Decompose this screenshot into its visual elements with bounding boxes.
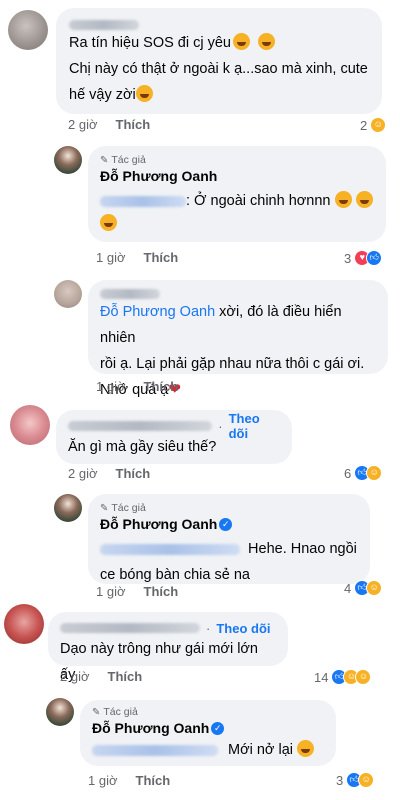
reaction-summary[interactable]: 14 👍︎ ☺ ☺	[314, 669, 372, 685]
mention-blurred[interactable]	[100, 543, 240, 555]
avatar[interactable]	[10, 405, 50, 445]
reply-meta: 1 giờ Thích	[96, 250, 178, 265]
like-button[interactable]: Thích	[144, 584, 179, 599]
author-mention[interactable]: Đỗ Phương Oanh	[100, 304, 215, 320]
reaction-count: 6	[344, 465, 352, 481]
emoji-icon	[355, 191, 373, 208]
comment-meta: 2 giờ Thích	[68, 466, 150, 481]
comment-time[interactable]: 2 giờ	[68, 117, 98, 132]
author-tag: Tác giả	[111, 502, 146, 514]
reply-text: rồi ạ. Lại phải gặp nhau nữa thôi c gái …	[100, 356, 365, 372]
mention-blurred[interactable]	[100, 195, 186, 207]
reaction-count: 3	[336, 772, 344, 788]
reply-text: Mới nở lại	[228, 742, 293, 758]
pencil-icon: ✎	[92, 706, 101, 718]
comment-bubble: Ra tín hiệu SOS đi cj yêu Chị này có thậ…	[56, 8, 382, 114]
emoji-icon	[233, 33, 250, 50]
like-button[interactable]: Thích	[144, 250, 179, 265]
verified-icon: ✓	[219, 518, 233, 532]
comment-meta: 2 giờ Thích	[68, 117, 150, 132]
verified-icon: ✓	[211, 722, 225, 736]
like-button[interactable]: Thích	[116, 466, 151, 481]
reaction-summary[interactable]: 2 ☺	[360, 117, 387, 133]
reaction-count: 3	[344, 250, 352, 266]
avatar[interactable]	[54, 146, 82, 174]
reaction-summary[interactable]: 3 👍︎ ☺	[336, 772, 375, 788]
commenter-name-blurred[interactable]	[69, 16, 369, 30]
author-tag: Tác giả	[103, 706, 138, 718]
comment-time[interactable]: 2 giờ	[68, 466, 98, 481]
reply-time[interactable]: 1 giờ	[88, 773, 118, 788]
reply-meta: 1 giờ Thích	[96, 379, 178, 394]
reply-time[interactable]: 1 giờ	[96, 584, 126, 599]
reply-bubble: ✎ Tác giả Đỗ Phương Oanh ✓ Mới nở lại	[80, 700, 336, 766]
reaction-summary[interactable]: 4 👍︎ ☺	[344, 580, 383, 596]
haha-reaction-icon: ☺	[355, 669, 372, 685]
reply-meta: 1 giờ Thích	[96, 584, 178, 599]
avatar[interactable]	[4, 604, 44, 644]
avatar[interactable]	[54, 280, 82, 308]
emoji-icon	[297, 740, 315, 757]
reaction-count: 14	[314, 669, 329, 685]
like-reaction-icon: 👍︎	[366, 250, 383, 266]
mention-blurred[interactable]	[92, 744, 218, 756]
like-button[interactable]: Thích	[136, 773, 171, 788]
emoji-icon	[135, 85, 153, 102]
emoji-icon	[100, 214, 117, 231]
avatar[interactable]	[54, 494, 82, 522]
author-tag: Tác giả	[111, 154, 146, 166]
haha-reaction-icon: ☺	[366, 465, 383, 481]
haha-reaction-icon: ☺	[358, 772, 375, 788]
comment-time[interactable]: 2 giờ	[60, 669, 90, 684]
author-name[interactable]: Đỗ Phương Oanh	[92, 720, 209, 736]
like-button[interactable]: Thích	[108, 669, 143, 684]
reply-time[interactable]: 1 giờ	[96, 379, 126, 394]
comment-bubble: · Theo dõi Ăn gì mà gầy siêu thế?	[56, 410, 292, 464]
haha-reaction-icon: ☺	[370, 117, 387, 133]
reply-bubble: Đỗ Phương Oanh xời, đó là điều hiển nhiê…	[88, 280, 388, 398]
commenter-name-blurred[interactable]	[68, 421, 213, 431]
reply-time[interactable]: 1 giờ	[96, 250, 126, 265]
comment-text: hế vậy zời	[69, 87, 136, 103]
comment-bubble: · Theo dõi Dạo này trông như gái mới lớn…	[48, 612, 288, 683]
follow-button[interactable]: Theo dõi	[216, 621, 270, 636]
emoji-icon	[258, 33, 276, 50]
reply-text: : Ở ngoài chinh hơnnn	[186, 193, 331, 209]
comment-meta: 2 giờ Thích	[60, 669, 142, 684]
author-name[interactable]: Đỗ Phương Oanh	[100, 516, 217, 532]
like-button[interactable]: Thích	[116, 117, 151, 132]
reaction-summary[interactable]: 6 👍︎ ☺	[344, 465, 383, 481]
reaction-count: 2	[360, 117, 368, 133]
reply-bubble: ✎ Tác giả Đỗ Phương Oanh : Ở ngoài chinh…	[88, 146, 386, 242]
like-button[interactable]: Thích	[144, 379, 179, 394]
emoji-icon	[334, 191, 352, 208]
comment-text: Ra tín hiệu SOS đi cj yêu	[69, 35, 231, 51]
commenter-name-blurred[interactable]	[60, 623, 200, 633]
reply-bubble: ✎ Tác giả Đỗ Phương Oanh ✓ Hehe. Hnao ngồ…	[88, 494, 370, 584]
reply-meta: 1 giờ Thích	[88, 773, 170, 788]
reaction-count: 4	[344, 580, 352, 596]
author-name[interactable]: Đỗ Phương Oanh	[100, 168, 374, 184]
reply-text: Hehe. Hnao ngồi	[248, 541, 357, 557]
reaction-summary[interactable]: 3 ♥ 👍︎	[344, 250, 383, 266]
pencil-icon: ✎	[100, 154, 109, 166]
comment-text: Chị này có thật ở ngoài k ạ...sao mà xin…	[69, 61, 368, 77]
avatar[interactable]	[8, 10, 48, 50]
haha-reaction-icon: ☺	[366, 580, 383, 596]
pencil-icon: ✎	[100, 502, 109, 514]
follow-button[interactable]: Theo dõi	[229, 411, 280, 441]
avatar[interactable]	[46, 698, 74, 726]
